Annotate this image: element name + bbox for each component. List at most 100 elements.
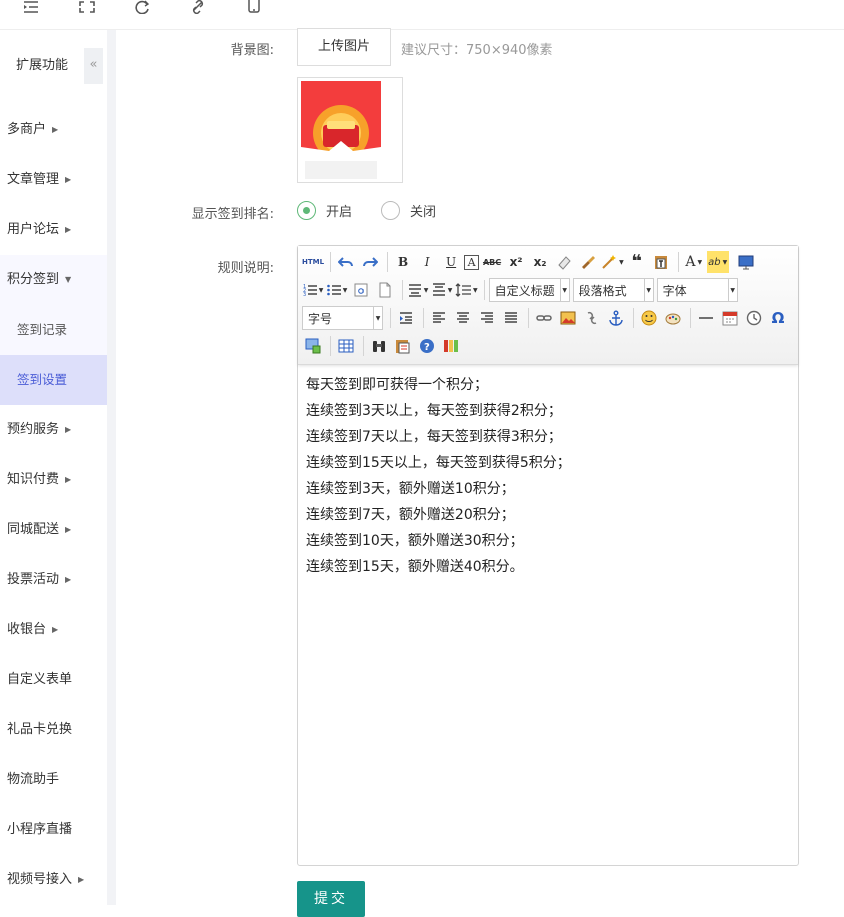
special-char-button[interactable]: Ω <box>767 307 789 329</box>
sidebar-item-live-stream[interactable]: 小程序直播 <box>0 805 107 855</box>
sidebar-nav: 多商户 ▶ 文章管理 ▶ 用户论坛 ▶ 积分签到 ▼ 签到记录 签到设置 预约服务 ▶ 知… <box>0 105 107 905</box>
background-image-preview[interactable] <box>297 77 403 183</box>
mobile-icon[interactable] <box>243 0 265 14</box>
line-height-icon[interactable]: ▼ <box>407 279 429 301</box>
bold-button[interactable]: B <box>392 251 414 273</box>
sidebar-item-merchants[interactable]: 多商户 ▶ <box>0 105 107 155</box>
sidebar-item-cashier[interactable]: 收银台 ▶ <box>0 605 107 655</box>
font-border-button[interactable]: A <box>464 254 480 270</box>
search-replace-icon[interactable] <box>368 335 390 357</box>
indent-icon[interactable] <box>395 307 417 329</box>
sidebar-item-checkin[interactable]: 积分签到 ▼ <box>0 255 107 305</box>
sidebar-item-forum[interactable]: 用户论坛 ▶ <box>0 205 107 255</box>
paragraph-spacing-icon[interactable]: ▼ <box>431 279 453 301</box>
chevron-right-icon: ▶ <box>65 525 72 534</box>
sidebar-item-video-channel[interactable]: 视频号接入 ▶ <box>0 855 107 905</box>
undo-icon[interactable] <box>335 251 357 273</box>
toolbar-row-4: ? <box>302 333 464 359</box>
font-size-select[interactable]: 字号 ▼ <box>302 306 383 330</box>
format-brush-icon[interactable] <box>577 251 599 273</box>
paste-plain-icon[interactable] <box>650 251 672 273</box>
chevron-right-icon: ▶ <box>65 425 72 434</box>
time-insert-icon[interactable] <box>743 307 765 329</box>
insert-table-icon[interactable] <box>335 335 357 357</box>
chevron-right-icon: ▶ <box>65 175 72 184</box>
sidebar-item-local-delivery[interactable]: 同城配送 ▶ <box>0 505 107 555</box>
rules-description-label: 规则说明: <box>217 261 274 276</box>
eraser-icon[interactable] <box>553 251 575 273</box>
background-color-button[interactable]: ab ▼ <box>706 251 729 273</box>
upload-image-button[interactable]: 上传图片 <box>297 28 391 66</box>
chevron-down-icon: ▼ <box>727 279 737 301</box>
anchor-icon[interactable] <box>605 307 627 329</box>
radio-ranking-on[interactable] <box>297 201 316 220</box>
chevron-right-icon: ▶ <box>78 875 85 884</box>
auto-format-icon[interactable]: ▼ <box>601 251 624 273</box>
content-line: 每天签到即可获得一个积分； <box>306 377 488 393</box>
radio-ranking-off[interactable] <box>381 201 401 220</box>
chevron-right-icon: ▶ <box>52 125 59 134</box>
content-line: 连续签到7天以上，每天签到获得3积分； <box>306 429 562 445</box>
rich-text-editor: HTML B I U A ABC x² x₂ ▼ ❝ A ▼ ab ▼ 1 2 … <box>297 245 799 866</box>
italic-button[interactable]: I <box>416 251 438 273</box>
paste-text-icon[interactable] <box>350 279 372 301</box>
chevron-down-icon: ▼ <box>65 275 72 284</box>
help-icon[interactable]: ? <box>416 335 438 357</box>
horizontal-rule-icon[interactable] <box>695 307 717 329</box>
sidebar-item-checkin-settings[interactable]: 签到设置 <box>0 355 107 405</box>
ranking-radio-group: 开启 关闭 <box>297 201 436 220</box>
paragraph-format-select[interactable]: 段落格式 ▼ <box>572 278 654 302</box>
content-line: 连续签到3天以上，每天签到获得2积分； <box>306 403 562 419</box>
sidebar-item-custom-form[interactable]: 自定义表单 <box>0 655 107 705</box>
underline-button[interactable]: U <box>440 251 462 273</box>
emoji-icon[interactable] <box>638 307 660 329</box>
sidebar-item-checkin-records[interactable]: 签到记录 <box>0 305 107 355</box>
blockquote-button[interactable]: ❝ <box>626 251 648 273</box>
sidebar-item-paid-knowledge[interactable]: 知识付费 ▶ <box>0 455 107 505</box>
strikethrough-button[interactable]: ABC <box>481 251 503 273</box>
plugin-icon[interactable] <box>440 335 462 357</box>
date-insert-icon[interactable] <box>719 307 741 329</box>
align-left-icon[interactable] <box>428 307 450 329</box>
align-right-icon[interactable] <box>476 307 498 329</box>
sidebar: 扩展功能 « 多商户 ▶ 文章管理 ▶ 用户论坛 ▶ 积分签到 ▼ 签到记录 签到设置 … <box>0 30 107 905</box>
fullscreen-icon[interactable] <box>76 0 98 14</box>
menu-icon[interactable] <box>20 0 42 14</box>
redo-icon[interactable] <box>359 251 381 273</box>
superscript-button[interactable]: x² <box>505 251 527 273</box>
sidebar-item-booking[interactable]: 预约服务 ▶ <box>0 405 107 455</box>
template-icon[interactable] <box>392 335 414 357</box>
unordered-list-icon[interactable]: ▼ <box>326 279 348 301</box>
editor-content-area[interactable]: 每天签到即可获得一个积分； 连续签到3天以上，每天签到获得2积分； 连续签到7天… <box>306 372 786 580</box>
image-insert-icon[interactable] <box>557 307 579 329</box>
chevron-right-icon: ▶ <box>65 575 72 584</box>
unlink-icon[interactable] <box>581 307 603 329</box>
row-spacing-icon[interactable]: ▼ <box>455 279 478 301</box>
content-line: 连续签到15天，额外赠送40积分。 <box>306 559 524 575</box>
custom-title-select[interactable]: 自定义标题 ▼ <box>488 278 570 302</box>
show-ranking-label: 显示签到排名: <box>191 207 274 222</box>
preview-icon[interactable] <box>735 251 757 273</box>
refresh-icon[interactable] <box>131 0 153 14</box>
insert-frame-icon[interactable] <box>302 335 324 357</box>
link-insert-icon[interactable] <box>533 307 555 329</box>
font-family-select[interactable]: 字体 ▼ <box>656 278 738 302</box>
sidebar-item-voting[interactable]: 投票活动 ▶ <box>0 555 107 605</box>
collapse-sidebar-button[interactable]: « <box>84 48 103 84</box>
clear-doc-icon[interactable] <box>374 279 396 301</box>
align-center-icon[interactable] <box>452 307 474 329</box>
sidebar-item-logistics[interactable]: 物流助手 <box>0 755 107 805</box>
sidebar-item-articles[interactable]: 文章管理 ▶ <box>0 155 107 205</box>
toolbar-row-2: 1 2 3 ▼ ▼ ▼ ▼ ▼ 自定义标题 ▼ 段落格式 ▼ 字体 ▼ <box>302 277 741 303</box>
align-justify-icon[interactable] <box>500 307 522 329</box>
text-color-button[interactable]: A ▼ <box>683 251 705 273</box>
content-line: 连续签到3天，额外赠送10积分； <box>306 481 515 497</box>
chevron-right-icon: ▶ <box>52 625 59 634</box>
ordered-list-icon[interactable]: 1 2 3 ▼ <box>302 279 324 301</box>
html-source-button[interactable]: HTML <box>302 251 324 273</box>
subscript-button[interactable]: x₂ <box>529 251 551 273</box>
link-icon[interactable] <box>187 0 209 14</box>
sidebar-item-gift-card[interactable]: 礼品卡兑换 <box>0 705 107 755</box>
submit-button[interactable]: 提交 <box>297 881 365 917</box>
scrawl-icon[interactable] <box>662 307 684 329</box>
